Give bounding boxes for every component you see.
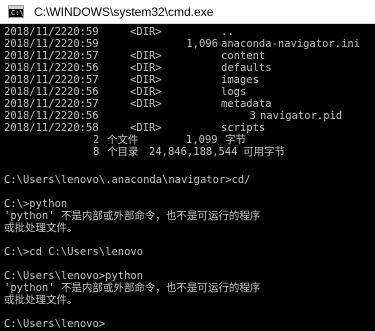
entry-dir-tag: <DIR> bbox=[130, 86, 162, 98]
entry-name: defaults bbox=[221, 62, 272, 74]
entry-dir-tag: <DIR> bbox=[130, 122, 162, 134]
entry-name: logs bbox=[221, 86, 247, 98]
dirs-summary: 8 个目录 24,846,188,544 可用字节 bbox=[0, 146, 375, 158]
dirs-count: 8 bbox=[93, 146, 100, 158]
entry-date: 2018/11/22 bbox=[4, 86, 68, 98]
error-message: 'python' 不是内部或外部命令，也不是可运行的程序 bbox=[4, 282, 261, 294]
entry-name: .. bbox=[221, 26, 234, 38]
console-line-text: C:\Users\lenovo>python bbox=[4, 270, 144, 282]
prompt-text: C:\Users\lenovo> bbox=[4, 318, 106, 330]
entry-name: metadata bbox=[221, 98, 272, 110]
entry-date: 2018/11/22 bbox=[4, 50, 68, 62]
entry-time: 20:56 bbox=[67, 110, 99, 122]
dir-entry: 2018/11/22 20:56 3 navigator.pid bbox=[0, 110, 375, 122]
files-bytes: 1,099 bbox=[186, 134, 218, 146]
files-label: 个文件 bbox=[107, 134, 139, 146]
console-line: C:\>python bbox=[0, 198, 375, 210]
console-line-text: C:\>python bbox=[4, 198, 68, 210]
entry-dir-tag: <DIR> bbox=[130, 62, 162, 74]
dirs-unit: 可用字节 bbox=[243, 146, 285, 158]
error-message: 或批处理文件。 bbox=[4, 294, 78, 306]
entry-date: 2018/11/22 bbox=[4, 110, 68, 122]
console-output[interactable]: 2018/11/22 20:59 <DIR> .. 2018/11/22 20:… bbox=[0, 24, 375, 331]
dir-entry: 2018/11/22 20:56 <DIR> logs bbox=[0, 86, 375, 98]
entry-date: 2018/11/22 bbox=[4, 38, 68, 50]
console-line: 'python' 不是内部或外部命令，也不是可运行的程序 bbox=[0, 282, 375, 294]
entry-time: 20:59 bbox=[67, 38, 99, 50]
dir-entry: 2018/11/22 20:57 <DIR> metadata bbox=[0, 98, 375, 110]
entry-size: 3 bbox=[249, 110, 256, 122]
console-line: 或批处理文件。 bbox=[0, 294, 375, 306]
entry-time: 20:56 bbox=[67, 86, 99, 98]
files-count: 2 bbox=[93, 134, 100, 146]
dir-entry: 2018/11/22 20:57 <DIR> content bbox=[0, 50, 375, 62]
dir-entry: 2018/11/22 20:57 <DIR> images bbox=[0, 74, 375, 86]
entry-dir-tag: <DIR> bbox=[130, 50, 162, 62]
entry-size: 1,096 bbox=[186, 38, 218, 50]
entry-name: content bbox=[221, 50, 266, 62]
entry-dir-tag: <DIR> bbox=[130, 74, 162, 86]
entry-time: 20:57 bbox=[67, 50, 99, 62]
error-message: 或批处理文件。 bbox=[4, 222, 78, 234]
entry-name: scripts bbox=[221, 122, 266, 134]
entry-date: 2018/11/22 bbox=[4, 122, 68, 134]
console-line: C:\Users\lenovo>python bbox=[0, 270, 375, 282]
dir-entry: 2018/11/22 20:56 <DIR> defaults bbox=[0, 62, 375, 74]
command-prompt[interactable]: C:\Users\lenovo> bbox=[0, 318, 375, 330]
entry-date: 2018/11/22 bbox=[4, 98, 68, 110]
dir-entry: 2018/11/22 20:59 1,096 anaconda-navigato… bbox=[0, 38, 375, 50]
dir-entry: 2018/11/22 20:59 <DIR> .. bbox=[0, 26, 375, 38]
entry-time: 20:58 bbox=[67, 122, 99, 134]
entry-dir-tag: <DIR> bbox=[130, 98, 162, 110]
entry-time: 20:57 bbox=[67, 74, 99, 86]
dir-entry: 2018/11/22 20:58 <DIR> scripts bbox=[0, 122, 375, 134]
console-line-text: C:\>cd C:\Users\lenovo bbox=[4, 246, 144, 258]
dirs-label: 个目录 bbox=[107, 146, 139, 158]
title-bar[interactable]: C:\ C:\WINDOWS\system32\cmd.exe bbox=[0, 0, 375, 24]
entry-name: images bbox=[221, 74, 259, 86]
entry-date: 2018/11/22 bbox=[4, 26, 68, 38]
files-unit: 字节 bbox=[225, 134, 246, 146]
files-summary: 2 个文件 1,099 字节 bbox=[0, 134, 375, 146]
entry-date: 2018/11/22 bbox=[4, 62, 68, 74]
entry-time: 20:57 bbox=[67, 98, 99, 110]
console-line: C:\>cd C:\Users\lenovo bbox=[0, 246, 375, 258]
window-title: C:\WINDOWS\system32\cmd.exe bbox=[34, 4, 214, 19]
entry-time: 20:59 bbox=[67, 26, 99, 38]
console-line: 或批处理文件。 bbox=[0, 222, 375, 234]
console-line-text: C:\Users\lenovo\.anaconda\navigator>cd/ bbox=[4, 174, 251, 186]
cmd-window: C:\ C:\WINDOWS\system32\cmd.exe 2018/11/… bbox=[0, 0, 375, 331]
cmd-icon-prompt: C:\ bbox=[11, 9, 24, 17]
console-line: C:\Users\lenovo\.anaconda\navigator>cd/ bbox=[0, 174, 375, 186]
entry-time: 20:56 bbox=[67, 62, 99, 74]
entry-name: anaconda-navigator.ini bbox=[221, 38, 361, 50]
entry-dir-tag: <DIR> bbox=[130, 26, 162, 38]
cmd-icon: C:\ bbox=[8, 5, 24, 18]
entry-date: 2018/11/22 bbox=[4, 74, 68, 86]
console-line: 'python' 不是内部或外部命令，也不是可运行的程序 bbox=[0, 210, 375, 222]
dirs-bytes: 24,846,188,544 bbox=[149, 146, 238, 158]
error-message: 'python' 不是内部或外部命令，也不是可运行的程序 bbox=[4, 210, 261, 222]
entry-name: navigator.pid bbox=[260, 110, 343, 122]
